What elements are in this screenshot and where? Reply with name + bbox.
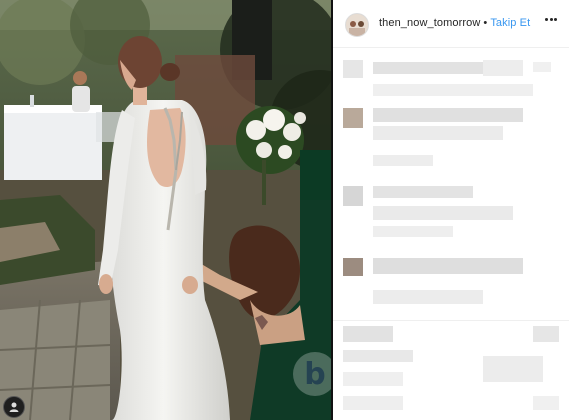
comment-text bbox=[373, 62, 483, 74]
user-avatar-icon[interactable] bbox=[3, 396, 25, 418]
comment-text bbox=[373, 186, 473, 198]
comment-text bbox=[373, 206, 513, 220]
separator-dot: • bbox=[483, 17, 488, 29]
post-photo[interactable]: b bbox=[0, 0, 331, 420]
follow-button[interactable]: Takip Et bbox=[490, 17, 530, 29]
comment-text bbox=[483, 60, 523, 76]
comment-text bbox=[373, 290, 483, 304]
more-options-icon[interactable] bbox=[545, 18, 557, 22]
timestamp bbox=[343, 372, 403, 386]
post-author: then_now_tomorrow • Takip Et bbox=[379, 17, 530, 29]
comment-text bbox=[373, 84, 533, 96]
comment-avatar bbox=[343, 108, 363, 128]
wedding-photo bbox=[0, 0, 331, 420]
comment-text bbox=[533, 62, 551, 72]
comment-avatar bbox=[343, 186, 363, 206]
post-header: then_now_tomorrow • Takip Et bbox=[333, 0, 569, 48]
timestamp bbox=[483, 356, 543, 382]
action-bar bbox=[533, 326, 559, 342]
post-sidebar: then_now_tomorrow • Takip Et bbox=[333, 0, 569, 420]
comment-text bbox=[373, 226, 453, 237]
comment-text bbox=[373, 126, 503, 140]
comment-avatar bbox=[343, 258, 363, 276]
likes-count bbox=[343, 350, 413, 362]
profile-avatar[interactable] bbox=[345, 13, 369, 37]
action-bar bbox=[343, 326, 393, 342]
comment-text bbox=[373, 155, 433, 166]
username-link[interactable]: then_now_tomorrow bbox=[379, 17, 480, 29]
comment-text bbox=[373, 258, 523, 274]
watermark-logo: b bbox=[293, 352, 331, 396]
comment-text bbox=[373, 108, 523, 122]
add-comment-field[interactable] bbox=[343, 396, 403, 410]
footer-divider bbox=[333, 320, 569, 321]
comment-avatar bbox=[343, 60, 363, 78]
post-comment-button[interactable] bbox=[533, 396, 559, 410]
